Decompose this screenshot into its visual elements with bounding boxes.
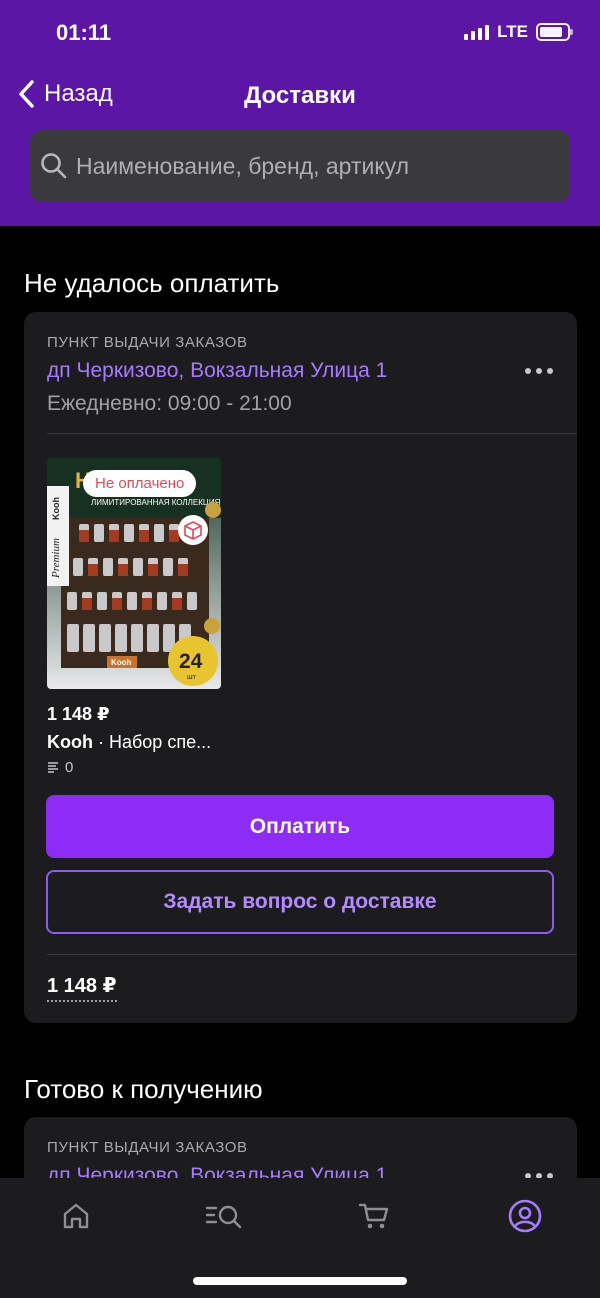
quantity-value: 0 [65, 759, 74, 776]
order-total[interactable]: 1 148 ₽ [47, 973, 117, 1002]
delivery-card: ПУНКТ ВЫДАЧИ ЗАКАЗОВ дп Черкизово, Вокза… [24, 312, 577, 1023]
tab-home[interactable] [56, 1196, 96, 1236]
header: 01:11 LTE Назад Доставки [0, 0, 600, 226]
signal-icon [464, 24, 490, 40]
product-name: · Набор спе... [92, 732, 212, 752]
page-title: Доставки [244, 82, 356, 109]
home-icon [63, 1203, 89, 1229]
tab-catalog[interactable] [204, 1196, 244, 1236]
pickup-address[interactable]: дп Черкизово, Вокзальная Улица 1 [47, 359, 387, 383]
section-title-ready: Готово к получению [24, 1074, 263, 1104]
search-input[interactable] [76, 152, 556, 180]
pickup-point-label: ПУНКТ ВЫДАЧИ ЗАКАЗОВ [47, 334, 248, 351]
product-title[interactable]: Kooh · Набор спе... [47, 732, 211, 753]
search-icon [41, 153, 67, 179]
image-side-brand: Kooh [51, 497, 61, 520]
list-icon [48, 761, 58, 773]
image-count-unit: шт [187, 674, 197, 681]
search-bar[interactable] [30, 130, 570, 202]
working-hours: Ежедневно: 09:00 - 21:00 [47, 392, 292, 415]
home-indicator [193, 1277, 407, 1285]
status-time: 01:11 [56, 20, 112, 45]
tab-cart[interactable] [354, 1196, 394, 1236]
status-indicators: LTE [464, 22, 573, 42]
product-quantity: 0 [47, 759, 73, 776]
divider [47, 954, 577, 955]
catalog-search-icon [205, 1205, 242, 1229]
cart-icon [358, 1203, 389, 1229]
image-count: 24 [179, 650, 203, 673]
profile-icon [508, 1199, 542, 1233]
divider [47, 433, 577, 434]
pay-button[interactable]: Оплатить [46, 795, 554, 858]
section-title-payment-failed: Не удалось оплатить [24, 268, 280, 298]
tab-profile[interactable] [505, 1196, 545, 1236]
image-side-text: Premium [50, 538, 62, 579]
product-price: 1 148 ₽ [47, 704, 110, 724]
network-type: LTE [497, 22, 528, 41]
status-badge: Не оплачено [83, 470, 197, 497]
more-options-icon[interactable] [525, 368, 553, 374]
ask-delivery-question-button[interactable]: Задать вопрос о доставке [46, 870, 554, 934]
image-top-text: ЛИМИТИРОВАННАЯ КОЛЛЕКЦИЯ [91, 498, 221, 507]
pickup-point-label: ПУНКТ ВЫДАЧИ ЗАКАЗОВ [47, 1139, 248, 1156]
battery-icon [536, 23, 573, 41]
image-brand-plate: Kooh [111, 658, 132, 667]
product-image[interactable]: НО ЛИМИТИРОВАННАЯ КОЛЛЕКЦИЯ Premium Kooh… [47, 458, 221, 689]
product-brand: Kooh [47, 732, 93, 752]
